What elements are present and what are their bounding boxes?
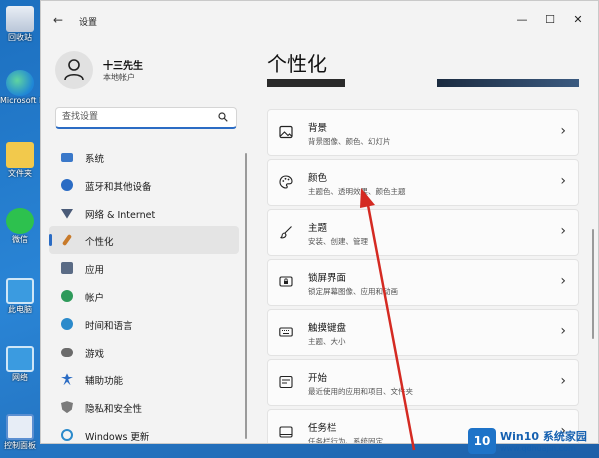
watermark-title: Win10 系统家园 [500, 430, 587, 443]
watermark: 10 Win10 系统家园 www.qdhuajin.com [468, 426, 599, 458]
watermark-url: www.qdhuajin.com [500, 444, 576, 453]
watermark-logo: 10 [468, 428, 496, 454]
annotation-arrow [360, 188, 416, 451]
